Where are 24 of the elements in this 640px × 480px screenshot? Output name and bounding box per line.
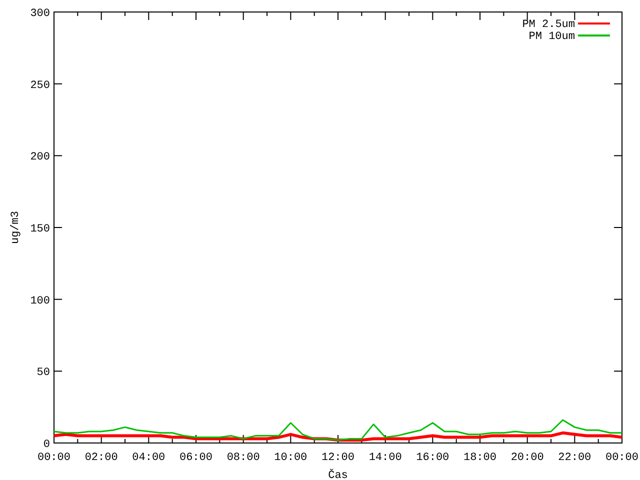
x-tick-label: 14:00 xyxy=(368,452,402,464)
x-tick-label: 16:00 xyxy=(416,452,450,464)
y-tick-label: 200 xyxy=(30,152,50,164)
x-tick-label: 12:00 xyxy=(322,452,354,464)
x-tick-label: 02:00 xyxy=(84,452,118,464)
x-tick-label: 04:00 xyxy=(132,452,166,464)
x-tick-label: 18:00 xyxy=(464,452,496,464)
x-tick-label: 10:00 xyxy=(274,452,308,464)
x-tick-label: 20:00 xyxy=(510,452,544,464)
x-tick-label: 00:00 xyxy=(606,452,638,464)
legend-label: PM 10um xyxy=(528,31,575,43)
y-tick-label: 100 xyxy=(30,295,50,308)
x-axis-title: Čas xyxy=(328,470,348,480)
y-tick-label: 250 xyxy=(30,80,50,92)
x-tick-label: 08:00 xyxy=(226,452,260,464)
y-tick-label: 0 xyxy=(43,439,50,451)
y-tick-label: 300 xyxy=(30,8,50,20)
y-tick-label: 150 xyxy=(30,224,50,236)
y-axis-title: ug/m3 xyxy=(10,211,22,244)
legend-label: PM 2.5um xyxy=(522,19,575,31)
x-tick-label: 00:00 xyxy=(38,452,70,464)
x-tick-label: 06:00 xyxy=(180,452,212,464)
x-tick-label: 22:00 xyxy=(558,452,592,464)
y-tick-label: 50 xyxy=(36,367,50,380)
